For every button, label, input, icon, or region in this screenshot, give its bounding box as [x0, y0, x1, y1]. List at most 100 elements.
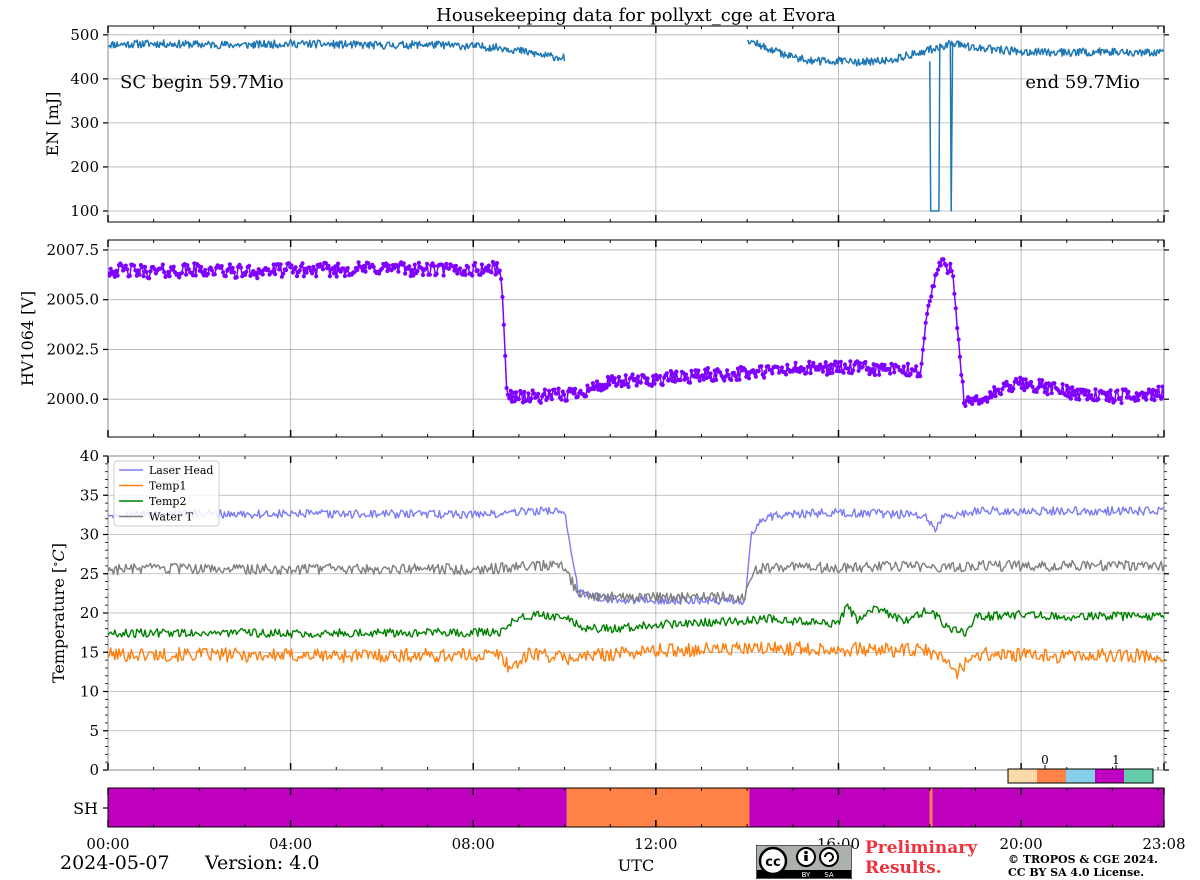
hv-point	[708, 371, 713, 376]
hv-point	[159, 266, 164, 271]
hv-point	[970, 401, 975, 406]
hv-point	[366, 261, 371, 266]
hv-point	[1011, 386, 1016, 391]
y-tick-label: 35	[80, 486, 99, 504]
hv-point	[860, 364, 865, 369]
hv-point	[953, 306, 958, 311]
hv-point	[555, 391, 560, 396]
hv-point	[652, 381, 657, 386]
hv-point	[231, 270, 237, 275]
hv-point	[888, 371, 893, 376]
hv-point	[963, 403, 968, 408]
series-line	[108, 559, 1164, 603]
hv-point	[877, 372, 882, 377]
hv-point	[657, 373, 663, 379]
hv-point	[959, 372, 964, 378]
hv-point	[914, 364, 919, 369]
colorbar-swatch	[1008, 769, 1037, 783]
hv-point	[688, 380, 693, 385]
hv-point	[470, 273, 475, 278]
hv-point	[634, 383, 639, 388]
hv-point	[562, 392, 567, 397]
hv-point	[115, 273, 120, 278]
hv-point	[912, 368, 917, 373]
hv-point	[770, 371, 775, 376]
hv-point	[952, 291, 957, 296]
hv-point	[457, 266, 463, 271]
hv-point	[804, 370, 809, 375]
sh-label: SH	[73, 799, 98, 818]
hv-point	[425, 261, 430, 266]
hv-point	[1131, 395, 1136, 400]
hv-point	[371, 264, 376, 270]
hv-point	[541, 392, 546, 397]
hv-point	[683, 372, 689, 377]
hv-point	[705, 366, 711, 371]
x-tick-label: 23:08	[1142, 835, 1185, 853]
hv-point	[785, 362, 790, 367]
colorbar-swatch	[1066, 769, 1095, 783]
hv-point	[931, 284, 937, 289]
hv-point	[185, 263, 190, 268]
hv-point	[526, 391, 531, 396]
panel-1-y-axis	[103, 34, 1169, 212]
hv-point	[538, 400, 543, 405]
hv-point	[664, 371, 669, 376]
hv-point	[685, 376, 690, 381]
hv-point	[412, 262, 417, 267]
legend-entry-label: Water T	[149, 511, 194, 524]
hv-point	[314, 274, 319, 279]
y-tick-label: 25	[80, 565, 99, 583]
hv-point	[171, 264, 176, 269]
hv-point	[205, 271, 211, 276]
hv-point	[253, 270, 258, 275]
hv-point	[505, 392, 510, 397]
y-tick-label: 0	[89, 761, 99, 779]
hv-point	[479, 262, 484, 267]
colorbar-swatch	[1037, 769, 1066, 783]
hv-point	[1119, 400, 1124, 406]
hv-point	[514, 390, 519, 395]
hv-point	[127, 273, 132, 278]
hv-point	[1030, 384, 1035, 389]
y-tick-label: 300	[70, 114, 99, 132]
hv-markers	[108, 257, 1164, 408]
hv-point	[1071, 393, 1076, 398]
preliminary-line2: Results.	[865, 858, 942, 878]
hv-point	[808, 371, 813, 376]
hv-point	[918, 374, 923, 379]
y-tick-label: 2007.5	[47, 241, 100, 259]
hv-point	[919, 361, 924, 366]
series-line	[108, 39, 566, 62]
y-tick-label: 2002.5	[47, 340, 100, 358]
hv-point	[199, 264, 204, 270]
cc-by-label: BY	[802, 871, 811, 879]
hv-point	[697, 378, 702, 383]
hv-point	[729, 377, 734, 383]
series-line	[108, 640, 1164, 680]
sh-segment	[566, 788, 750, 827]
hv-point	[830, 370, 835, 375]
colorbar-tick-label: 1	[1112, 753, 1120, 767]
hv-point	[531, 391, 537, 396]
hv-point	[857, 361, 863, 366]
hv-point	[1152, 398, 1157, 403]
hv-point	[886, 366, 891, 372]
hv-point	[1000, 386, 1005, 392]
y-tick-label: 30	[80, 526, 99, 544]
hv-point	[114, 268, 119, 273]
hv-point	[763, 369, 768, 375]
hv-point	[131, 263, 137, 268]
hv-point	[1023, 377, 1028, 382]
hv-point	[497, 268, 502, 273]
hv-point	[1144, 397, 1149, 402]
hv-point	[336, 261, 341, 266]
legend: Laser Head Temp1 Temp2 Water T	[113, 460, 220, 527]
y-tick-label: 500	[70, 26, 99, 44]
hv-point	[737, 377, 742, 382]
hv-point	[355, 267, 360, 272]
hv-point	[278, 262, 283, 267]
hv-point	[403, 271, 408, 276]
hv-point	[811, 360, 816, 366]
hv-point	[238, 265, 243, 270]
